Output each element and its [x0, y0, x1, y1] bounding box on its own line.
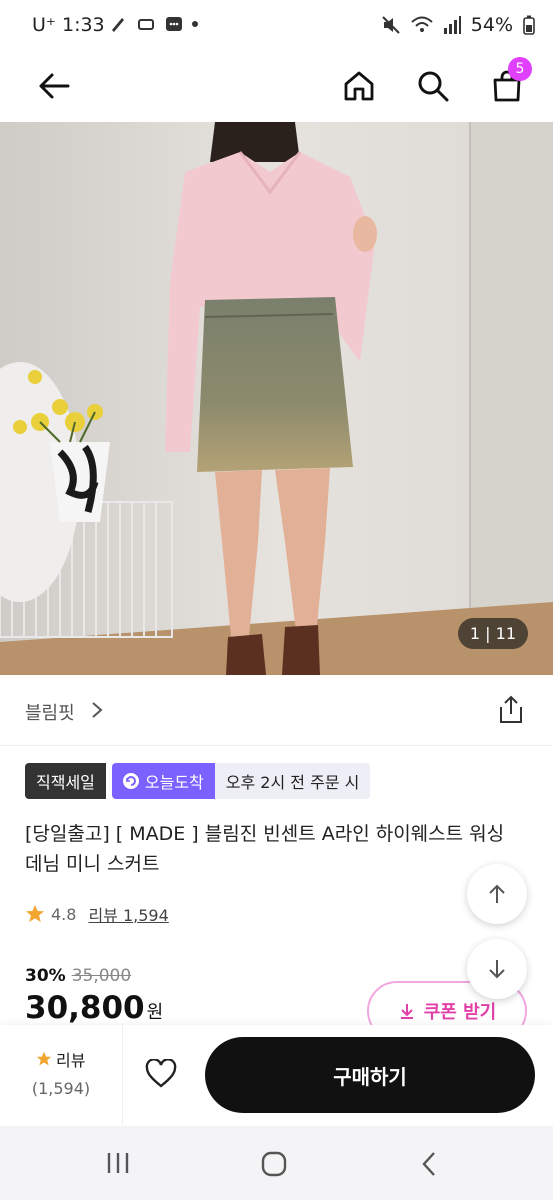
scroll-top-button[interactable] [467, 864, 527, 924]
heart-icon[interactable] [145, 1059, 177, 1089]
battery-percent: 54% [470, 14, 513, 36]
original-price: 35,000 [71, 966, 132, 986]
sale-badge: 직잭세일 [25, 763, 106, 799]
arrival-icon [122, 773, 139, 789]
status-bar: U⁺ 1:33 54% [0, 0, 553, 54]
share-icon[interactable] [497, 695, 525, 725]
review-label-group: 리뷰 [36, 1047, 85, 1071]
rating-value: 4.8 [51, 904, 77, 924]
status-carrier-time: U⁺ 1:33 [32, 14, 105, 36]
search-icon [418, 71, 449, 102]
back-arrow-icon [39, 73, 70, 99]
brand-row[interactable]: 블림핏 [0, 675, 553, 746]
badge-row: 직잭세일 오늘도착 오후 2시 전 주문 시 [25, 763, 371, 799]
image-counter: 1 | 11 [457, 618, 528, 649]
download-icon [400, 1004, 413, 1019]
battery-icon [523, 15, 535, 35]
mute-icon [382, 16, 400, 34]
discount-rate: 30% [25, 966, 66, 986]
status-notification-icons [108, 14, 198, 34]
search-button[interactable] [411, 64, 455, 108]
today-arrival-badge: 오늘도착 [111, 763, 215, 799]
arrival-label: 오늘도착 [144, 773, 204, 792]
star-icon [36, 1051, 52, 1066]
review-count: (1,594) [31, 1079, 91, 1098]
home-icon [344, 71, 374, 101]
home-button[interactable] [337, 64, 381, 108]
bottom-action-bar: 리뷰 (1,594) 구매하기 [0, 1025, 553, 1125]
sale-price: 30,800 [25, 990, 145, 1026]
message-icon [166, 17, 182, 31]
recent-apps-icon[interactable] [105, 1151, 131, 1175]
arrow-up-icon [489, 884, 505, 903]
rating-row: 4.8 리뷰 1,594 [25, 902, 169, 926]
price-row: 30,800 원 [25, 990, 163, 1026]
dot-icon [192, 21, 198, 27]
back-button[interactable] [32, 64, 76, 108]
product-photo-illustration [0, 122, 553, 675]
star-icon [26, 905, 44, 922]
notification-icon [138, 19, 154, 30]
cart-count-badge: 5 [508, 57, 532, 81]
product-title: [당일출고] [ MADE ] 블림진 빈센트 A라인 하이웨스트 워싱 데님 … [25, 823, 505, 875]
review-link[interactable]: 리뷰 1,594 [88, 902, 168, 926]
wifi-icon [411, 16, 433, 32]
coupon-label: 쿠폰 받기 [423, 1002, 497, 1023]
currency-label: 원 [146, 1002, 164, 1023]
arrow-down-icon [489, 960, 505, 979]
signal-icon [443, 16, 461, 34]
back-nav-icon[interactable] [420, 1151, 438, 1177]
brand-name[interactable]: 블림핏 [25, 699, 75, 725]
status-right: 54% [381, 14, 535, 36]
discount-row: 30% 35,000 [25, 966, 131, 986]
chevron-right-icon [92, 702, 103, 718]
review-summary-button[interactable]: 리뷰 (1,594) [0, 1025, 123, 1125]
buy-button[interactable]: 구매하기 [205, 1037, 535, 1113]
top-navigation [0, 54, 553, 122]
arrival-note: 오후 2시 전 주문 시 [214, 763, 371, 799]
notification-icon [112, 18, 124, 32]
system-navigation-bar [0, 1126, 553, 1200]
review-label: 리뷰 [56, 1051, 86, 1070]
scroll-bottom-button[interactable] [467, 939, 527, 999]
product-image[interactable] [0, 122, 553, 675]
home-nav-icon[interactable] [261, 1151, 287, 1177]
